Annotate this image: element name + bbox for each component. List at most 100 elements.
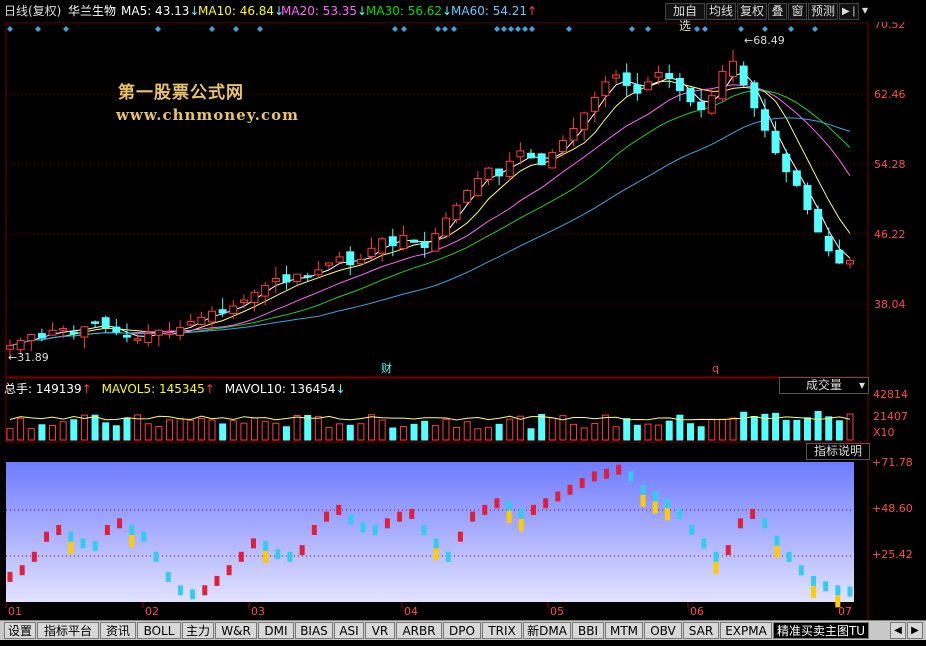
- candle-body: [208, 310, 217, 323]
- indicator-bar: [141, 531, 147, 542]
- ma-button[interactable]: 均线: [706, 3, 736, 20]
- event-diamond-icon: [788, 26, 794, 32]
- candle-body: [80, 326, 89, 338]
- indicator-warning-bar: [263, 551, 269, 564]
- indicator-axis-label: +48.60: [872, 502, 913, 515]
- indicator-bar: [689, 525, 695, 535]
- volume-bar: [6, 427, 14, 441]
- indicator-bar: [311, 525, 317, 535]
- overlay-button[interactable]: 叠: [768, 3, 787, 20]
- indicator-bar: [798, 565, 804, 576]
- candle-body: [601, 81, 610, 97]
- tab-mtm[interactable]: MTM: [605, 622, 643, 639]
- indicator-bar: [677, 508, 683, 519]
- indicator-warning-bar: [774, 545, 780, 558]
- volume-bar: [506, 418, 514, 441]
- tab-tu[interactable]: 精准买卖主图TU: [773, 622, 869, 639]
- volume-axis-label: X10: [873, 426, 895, 439]
- indicator-bar: [397, 511, 403, 522]
- tab-bias[interactable]: BIAS: [295, 622, 333, 639]
- candle-body: [760, 109, 769, 131]
- candle-body: [654, 71, 663, 78]
- candle-body: [165, 332, 174, 335]
- scroll-arrow-icon[interactable]: ▾: [860, 3, 868, 20]
- tab-[interactable]: 资讯: [100, 622, 136, 639]
- volume-bar: [208, 419, 216, 441]
- tab-[interactable]: 设置: [4, 622, 36, 639]
- volume-axis-label: 42814: [873, 388, 908, 401]
- candle-body: [314, 269, 323, 276]
- tab-scroll-right-icon[interactable]: ▶: [907, 622, 923, 639]
- candle-body: [463, 190, 472, 203]
- x-axis-label: 07: [838, 605, 852, 618]
- tab-dma[interactable]: 新DMA: [523, 622, 571, 639]
- indicator-bar: [336, 504, 342, 515]
- tab-sar[interactable]: SAR: [683, 622, 719, 639]
- volume-bar: [803, 417, 811, 441]
- ma30-label: MA30: 56.62↓: [366, 4, 453, 18]
- event-diamond-icon: [702, 26, 708, 32]
- tab-obv[interactable]: OBV: [644, 622, 682, 639]
- x-axis-label: 02: [145, 605, 159, 618]
- low-price-label: ←31.89: [8, 351, 49, 364]
- indicator-bar: [713, 551, 719, 562]
- indicator-bar: [591, 471, 597, 482]
- volume-bar: [591, 422, 599, 441]
- tab-arbr[interactable]: ARBR: [396, 622, 442, 639]
- tab-w-r[interactable]: W&R: [215, 622, 257, 639]
- ma20-label: MA20: 53.35↓: [281, 4, 368, 18]
- candle-body: [441, 217, 450, 237]
- tab-trix[interactable]: TRIX: [482, 622, 522, 639]
- play-end-icon[interactable]: ▶❘: [839, 3, 859, 20]
- event-diamond-icon: [7, 26, 13, 32]
- window-button[interactable]: 窗: [788, 3, 807, 20]
- tab-boll[interactable]: BOLL: [137, 622, 181, 639]
- volume-bar: [729, 417, 737, 441]
- candle-body: [729, 60, 738, 78]
- indicator-bar: [762, 518, 768, 529]
- volume-bar: [793, 419, 801, 441]
- indicator-help-button[interactable]: 指标说明: [806, 443, 870, 460]
- tab-dmi[interactable]: DMI: [258, 622, 294, 639]
- tab-dpo[interactable]: DPO: [443, 622, 481, 639]
- candle-body: [803, 185, 812, 211]
- volume-bar: [229, 420, 237, 441]
- indicator-bar: [153, 551, 159, 562]
- candle-body: [590, 96, 599, 112]
- volume-header: 总手: 149139↑ MAVOL5: 145345↑ MAVOL10: 136…: [4, 382, 346, 396]
- candle-body: [367, 247, 376, 257]
- tab-asi[interactable]: ASI: [334, 622, 364, 639]
- indicator-bar: [202, 585, 208, 596]
- indicator-bar: [19, 565, 25, 576]
- indicator-bar: [129, 525, 135, 535]
- volume-bar: [580, 427, 588, 441]
- add-watchlist-button[interactable]: 加自选: [665, 3, 705, 33]
- tab-scroll-left-icon[interactable]: ◀: [890, 622, 906, 639]
- volume-bar: [261, 420, 269, 441]
- indicator-bar: [555, 491, 561, 502]
- chevron-down-icon: ▾: [858, 378, 865, 392]
- tab-[interactable]: 指标平台: [37, 622, 99, 639]
- candle-body: [473, 177, 482, 197]
- adjust-button[interactable]: 复权: [737, 3, 767, 20]
- volume-bar: [527, 428, 535, 441]
- indicator-axis-label: +71.78: [872, 456, 913, 469]
- tab-bbi[interactable]: BBI: [572, 622, 604, 639]
- tab-expma[interactable]: EXPMA: [720, 622, 772, 639]
- chart-header: 日线(复权) 华兰生物 MA5: 43.13↓ MA10: 46.84↓ MA2…: [0, 0, 926, 33]
- indicator-warning-bar: [640, 494, 646, 507]
- tab-vr[interactable]: VR: [365, 622, 395, 639]
- candle-body: [122, 334, 131, 338]
- candle-body: [835, 249, 844, 264]
- forecast-button[interactable]: 预测: [808, 3, 838, 20]
- tab-[interactable]: 主力: [182, 622, 214, 639]
- period-label[interactable]: 日线(复权): [4, 4, 61, 18]
- candle-body: [739, 65, 748, 86]
- volume-bar: [357, 423, 365, 441]
- volume-select[interactable]: 成交量 ▾: [779, 377, 869, 394]
- indicator-bar: [117, 518, 123, 529]
- event-diamond-icon: [629, 26, 635, 32]
- indicator-bar: [31, 551, 37, 562]
- finance-marker: 财: [381, 361, 392, 375]
- volume-bar: [421, 420, 429, 441]
